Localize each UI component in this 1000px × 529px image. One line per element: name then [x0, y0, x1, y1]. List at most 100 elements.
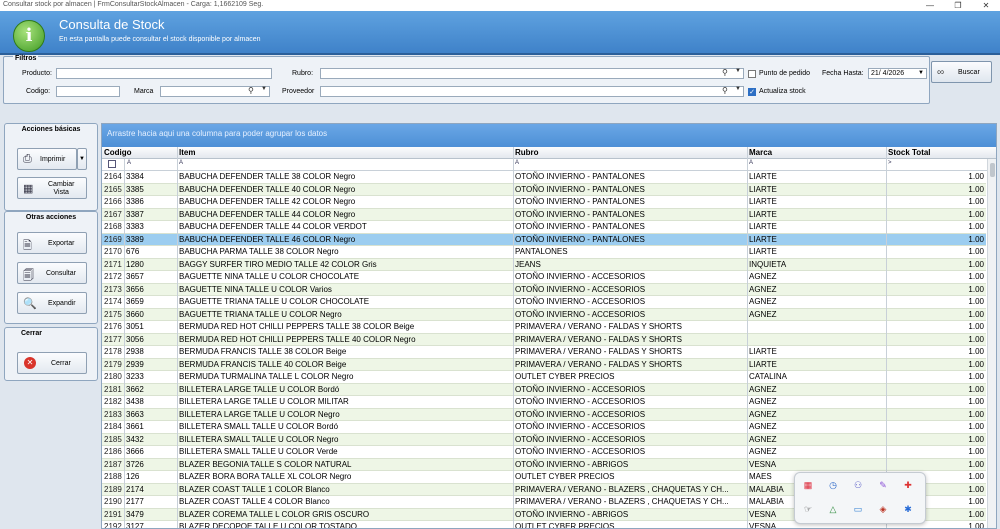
vertical-scrollbar[interactable] [987, 159, 996, 528]
codigo-input[interactable] [56, 86, 120, 97]
info-icon: i [13, 20, 45, 52]
group-by-area[interactable]: Arrastre hacia aqui una columna para pod… [102, 124, 996, 147]
table-row[interactable]: 2176 3051 BERMUDA RED HOT CHILLI PEPPERS T… [102, 321, 986, 334]
col-header-codigo[interactable]: Codigo [104, 148, 132, 157]
cell-codigo: 3659 [126, 297, 144, 306]
table-row[interactable]: 2183 3663 BILLETERA LARGE TALLE U COLOR Ne… [102, 408, 986, 421]
acciones-basicas-panel: Acciones básicas ⎙ Imprimir ▼ ▦ Cambiar … [4, 123, 98, 211]
anydesk-icon[interactable]: ✚ [901, 478, 915, 492]
table-row[interactable]: 2172 3657 BAGUETTE NINA TALLE U COLOR CHOC… [102, 271, 986, 284]
table-row[interactable]: 2178 2938 BERMUDA FRANCIS TALLE 38 COLOR B… [102, 346, 986, 359]
rubro-dropdown-icon[interactable]: ▼ [735, 68, 741, 74]
actualiza-stock-checkbox[interactable]: ✓ [748, 88, 756, 96]
table-row[interactable]: 2165 3385 BABUCHA DEFENDER TALLE 40 COLOR … [102, 183, 986, 196]
table-row[interactable]: 2167 3387 BABUCHA DEFENDER TALLE 44 COLOR … [102, 208, 986, 221]
cell-stock-total: 1.00 [968, 259, 984, 269]
filter-toggle-icon[interactable] [108, 160, 116, 168]
magnifier-icon: 🔍 [23, 298, 37, 310]
punto-pedido-checkbox[interactable] [748, 70, 756, 78]
pointer-icon[interactable]: ☞ [801, 502, 815, 516]
cell-item: BILLETERA LARGE TALLE U COLOR MILITAR [179, 397, 349, 406]
cell-codigo: 3661 [126, 422, 144, 431]
close-window-button[interactable]: ✕ [972, 0, 1000, 11]
col-header-rubro[interactable]: Rubro [515, 148, 539, 157]
filter-item[interactable]: A [179, 160, 183, 166]
table-row[interactable]: 2180 3233 BERMUDA TURMALINA TALLE L COLOR … [102, 371, 986, 384]
maximize-button[interactable]: ❐ [944, 0, 972, 11]
drive-icon[interactable]: △ [826, 502, 840, 516]
table-row[interactable]: 2185 3432 BILLETERA SMALL TALLE U COLOR Ne… [102, 433, 986, 446]
table-row[interactable]: 2170 676 BABUCHA PARMA TALLE 38 COLOR Negr… [102, 246, 986, 259]
cell-rubro: OTOÑO INVIERNO - PANTALONES [515, 184, 645, 194]
table-row[interactable]: 2179 2939 BERMUDA FRANCIS TALLE 40 COLOR B… [102, 358, 986, 371]
col-header-item[interactable]: Item [179, 148, 195, 157]
imprimir-button[interactable]: ⎙ Imprimir [17, 148, 77, 170]
cell-stock-total: 1.00 [968, 172, 984, 181]
shield-icon[interactable]: ◈ [876, 502, 890, 516]
scrollbar-thumb[interactable] [990, 163, 995, 177]
buscar-button[interactable]: ∞ Buscar [931, 61, 992, 83]
table-row[interactable]: 2173 3656 BAGUETTE NINA TALLE U COLOR Vari… [102, 283, 986, 296]
table-row[interactable]: 2187 3726 BLAZER BEGONIA TALLE S COLOR NAT… [102, 458, 986, 471]
row-number: 2183 [104, 409, 122, 419]
cell-rubro: PRIMAVERA / VERANO - FALDAS Y SHORTS [515, 334, 683, 344]
proveedor-dropdown-icon[interactable]: ▼ [735, 86, 741, 92]
pen-icon[interactable]: ✎ [876, 478, 890, 492]
table-row[interactable]: 2171 1280 BAGGY SURFER TIRO MEDIO TALLE 42… [102, 258, 986, 271]
cell-codigo: 3385 [126, 184, 144, 194]
row-number: 2188 [104, 472, 122, 481]
clock-icon[interactable]: ◷ [826, 478, 840, 492]
cambiar-vista-label-1: Cambiar [48, 181, 75, 188]
row-number: 2186 [104, 447, 122, 456]
cambiar-vista-button[interactable]: ▦ Cambiar Vista [17, 177, 87, 199]
proveedor-input[interactable] [320, 86, 744, 97]
fecha-hasta-input[interactable]: 21/ 4/2026 ▼ [868, 68, 927, 79]
cell-stock-total: 1.00 [968, 459, 984, 469]
table-row[interactable]: 2177 3056 BERMUDA RED HOT CHILLI PEPPERS T… [102, 333, 986, 346]
cell-rubro: PRIMAVERA / VERANO - BLAZERS , CHAQUETAS… [515, 484, 729, 494]
chat-icon[interactable]: ▭ [851, 502, 865, 516]
expandir-button[interactable]: 🔍 Expandir [17, 292, 87, 314]
cell-codigo: 3056 [126, 334, 144, 344]
exportar-button[interactable]: 🗎 Exportar [17, 232, 87, 254]
rubro-search-icon[interactable]: ⚲ [722, 68, 728, 77]
filter-marca[interactable]: A [749, 160, 753, 166]
consultar-button[interactable]: 🗐 Consultar [17, 262, 87, 284]
filter-stock-total[interactable]: > [888, 160, 892, 166]
table-row[interactable]: 2166 3386 BABUCHA DEFENDER TALLE 42 COLOR … [102, 196, 986, 209]
table-row[interactable]: 2169 3389 BABUCHA DEFENDER TALLE 46 COLOR … [102, 233, 986, 246]
cell-item: BLAZER COREMA TALLE L COLOR GRIS OSCURO [179, 509, 370, 519]
cerrar-button[interactable]: ✕ Cerrar [17, 352, 87, 374]
proveedor-search-icon[interactable]: ⚲ [722, 86, 728, 95]
calendar-icon[interactable]: ▦ [801, 478, 815, 492]
table-row[interactable]: 2181 3662 BILLETERA LARGE TALLE U COLOR Bo… [102, 383, 986, 396]
col-header-marca[interactable]: Marca [749, 148, 772, 157]
filter-codigo[interactable]: A [127, 160, 131, 166]
table-row[interactable]: 2175 3660 BAGUETTE TRIANA TALLE U COLOR Ne… [102, 308, 986, 321]
cell-rubro: OTOÑO INVIERNO - ACCESORIOS [515, 397, 646, 406]
row-number: 2167 [104, 209, 122, 219]
table-row[interactable]: 2168 3383 BABUCHA DEFENDER TALLE 44 COLOR … [102, 221, 986, 234]
bluetooth-icon[interactable]: ✱ [901, 502, 915, 516]
teams-icon[interactable]: ⚇ [851, 478, 865, 492]
producto-input[interactable] [56, 68, 272, 79]
table-row[interactable]: 2174 3659 BAGUETTE TRIANA TALLE U COLOR CH… [102, 296, 986, 309]
expandir-label: Expandir [48, 300, 76, 307]
marca-search-icon[interactable]: ⚲ [248, 86, 254, 95]
table-row[interactable]: 2164 3384 BABUCHA DEFENDER TALLE 38 COLOR … [102, 171, 986, 184]
table-row[interactable]: 2182 3438 BILLETERA LARGE TALLE U COLOR MI… [102, 396, 986, 409]
minimize-button[interactable]: — [916, 0, 944, 11]
table-row[interactable]: 2186 3666 BILLETERA SMALL TALLE U COLOR Ve… [102, 446, 986, 459]
filter-rubro[interactable]: A [515, 160, 519, 166]
imprimir-dropdown-button[interactable]: ▼ [77, 148, 87, 170]
cell-rubro: OTOÑO INVIERNO - ACCESORIOS [515, 434, 646, 444]
cell-codigo: 3233 [126, 372, 144, 381]
marca-dropdown-icon[interactable]: ▼ [261, 86, 267, 92]
cell-rubro: OUTLET CYBER PRECIOS [515, 472, 615, 481]
cell-item: BERMUDA TURMALINA TALLE L COLOR Negro [179, 372, 354, 381]
fecha-dropdown-icon[interactable]: ▼ [918, 70, 924, 76]
rubro-input[interactable] [320, 68, 744, 79]
col-header-stock-total[interactable]: Stock Total [888, 148, 931, 157]
cell-codigo: 3726 [126, 459, 144, 469]
table-row[interactable]: 2184 3661 BILLETERA SMALL TALLE U COLOR Bo… [102, 421, 986, 434]
